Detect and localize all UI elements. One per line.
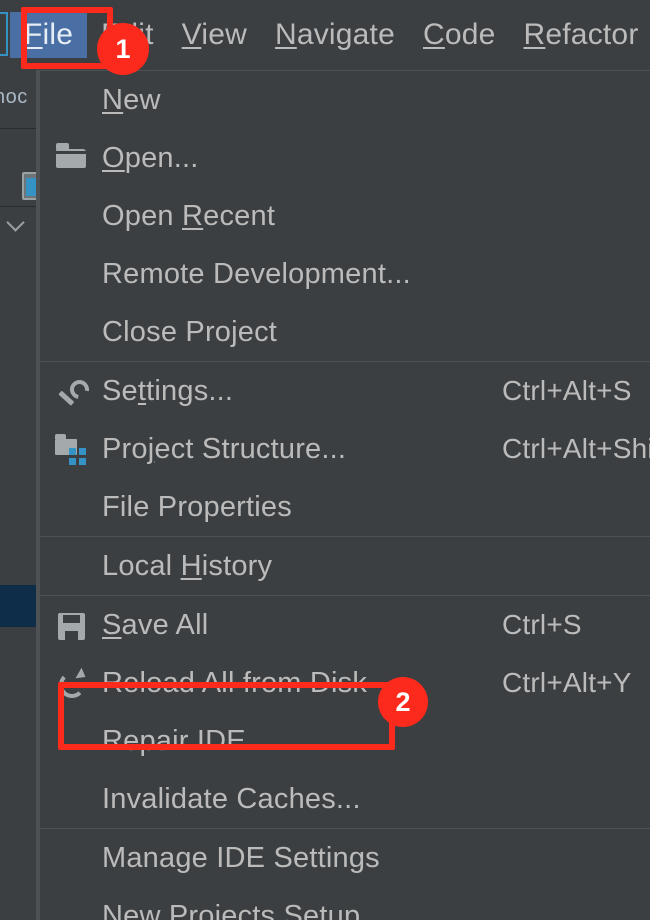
- wrench-icon: [52, 370, 94, 412]
- menu-item-open[interactable]: Open...: [40, 129, 650, 187]
- repair-ide-icon-slot: [52, 720, 94, 762]
- menubar-item-view[interactable]: View: [168, 12, 261, 58]
- selected-tree-row[interactable]: [0, 585, 36, 627]
- menu-item-file-properties-label: File Properties: [102, 490, 292, 523]
- menu-item-project-structure[interactable]: Project Structure... Ctrl+Alt+Shift+S: [40, 420, 650, 478]
- menu-item-manage-ide-settings[interactable]: Manage IDE Settings: [40, 829, 650, 887]
- close-project-icon-slot: [52, 311, 94, 353]
- menu-item-save-all-shortcut: Ctrl+S: [502, 609, 582, 640]
- menu-item-reload-all-from-disk-shortcut: Ctrl+Alt+Y: [502, 667, 632, 698]
- annotation-badge-1: 1: [97, 23, 149, 75]
- menu-item-save-all[interactable]: Save All Ctrl+S: [40, 596, 650, 654]
- menu-item-reload-all-from-disk[interactable]: Reload All from Disk Ctrl+Alt+Y: [40, 654, 650, 712]
- new-projects-setup-icon-slot: [52, 895, 94, 920]
- menubar-item-refactor[interactable]: Refactor: [510, 12, 650, 58]
- save-icon: [52, 604, 94, 646]
- menu-item-remote-development-label: Remote Development...: [102, 257, 411, 290]
- menu-item-remote-development[interactable]: Remote Development...: [40, 245, 650, 303]
- menu-item-new-projects-setup[interactable]: New Projects Setup: [40, 887, 650, 920]
- file-menu-dropdown: New Open... Open Recent Remote Developme…: [39, 70, 650, 920]
- menu-item-local-history[interactable]: Local History: [40, 537, 650, 595]
- menu-item-repair-ide[interactable]: Repair IDE: [40, 712, 650, 770]
- chevron-down-icon[interactable]: [6, 212, 28, 234]
- menu-item-project-structure-shortcut: Ctrl+Alt+Shift+S: [502, 433, 650, 464]
- menubar-item-code[interactable]: Code: [409, 12, 510, 58]
- menu-item-open-recent[interactable]: Open Recent: [40, 187, 650, 245]
- menubar-item-file-mnemonic: F: [24, 18, 43, 51]
- menu-item-file-properties[interactable]: File Properties: [40, 478, 650, 536]
- menu-item-reload-all-from-disk-label: Reload All from Disk: [102, 666, 368, 699]
- annotation-badge-2: 2: [378, 677, 428, 727]
- manage-ide-settings-icon-slot: [52, 837, 94, 879]
- background-truncated-label: noc: [0, 86, 28, 108]
- menu-item-close-project[interactable]: Close Project: [40, 303, 650, 361]
- menubar-item-navigate-mnemonic: N: [274, 18, 297, 51]
- folder-icon: [52, 137, 94, 179]
- invalidate-caches-icon-slot: [52, 778, 94, 820]
- menu-item-new[interactable]: New: [40, 71, 650, 129]
- window-edge-accent: [0, 12, 8, 56]
- menubar-item-refactor-mnemonic: R: [523, 18, 546, 51]
- menu-item-invalidate-caches[interactable]: Invalidate Caches...: [40, 770, 650, 828]
- menu-item-settings-shortcut: Ctrl+Alt+S: [502, 375, 632, 406]
- menu-item-repair-ide-label: Repair IDE: [102, 724, 246, 757]
- menubar-item-view-mnemonic: V: [181, 18, 202, 51]
- reload-icon: [52, 662, 94, 704]
- menu-bar: File Edit View Navigate Code Refactor: [0, 0, 650, 70]
- menubar-item-file[interactable]: File: [10, 12, 88, 58]
- bg-divider-2: [0, 206, 36, 207]
- open-recent-icon-slot: [52, 195, 94, 237]
- menubar-item-file-rest: ile: [42, 18, 74, 51]
- menu-item-invalidate-caches-label: Invalidate Caches...: [102, 782, 361, 815]
- local-history-icon-slot: [52, 545, 94, 587]
- remote-development-icon-slot: [52, 253, 94, 295]
- project-structure-icon: [52, 428, 94, 470]
- menubar-item-navigate[interactable]: Navigate: [261, 12, 409, 58]
- screen-root: noc File Edit View Navigate Code Refacto…: [0, 0, 650, 920]
- menu-item-close-project-label: Close Project: [102, 315, 278, 348]
- menu-item-settings[interactable]: Settings... Ctrl+Alt+S: [40, 362, 650, 420]
- menubar-item-code-mnemonic: C: [422, 18, 445, 51]
- file-properties-icon-slot: [52, 486, 94, 528]
- menu-item-manage-ide-settings-label: Manage IDE Settings: [102, 841, 380, 874]
- menu-item-new-projects-setup-label: New Projects Setup: [102, 899, 361, 920]
- new-icon-slot: [52, 79, 94, 121]
- bg-divider-1: [0, 128, 36, 129]
